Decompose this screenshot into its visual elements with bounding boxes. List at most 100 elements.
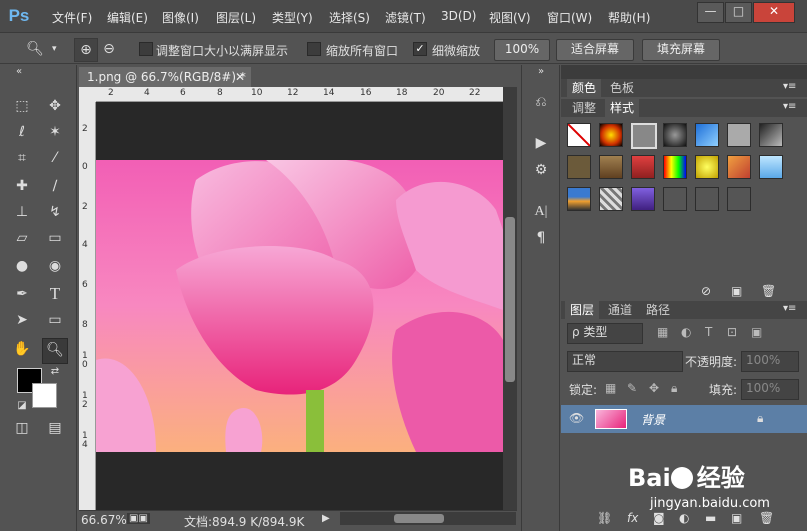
new-group-icon[interactable]: ▬ [705,511,716,525]
history-brush-tool-icon[interactable]: ↯ [44,201,66,223]
tulip-image[interactable] [96,160,503,452]
style-swatch[interactable] [759,123,783,147]
link-layers-icon[interactable]: ⛓︎ [597,511,612,525]
style-swatch[interactable] [695,187,719,211]
actions-panel-icon[interactable]: ▶ [530,132,552,154]
menu-type[interactable]: 类型(Y) [272,9,313,26]
style-none-swatch[interactable] [567,123,591,147]
layer-name[interactable]: 背景 [641,411,665,428]
menu-file[interactable]: 文件(F) [52,9,92,26]
lock-position-icon[interactable]: ✥ [649,381,659,395]
rectangle-tool-icon[interactable]: ▭ [44,309,66,331]
eyedropper-tool-icon[interactable]: ⁄ [44,147,66,169]
style-swatch[interactable] [759,155,783,179]
properties-panel-icon[interactable]: ⚙ [530,159,552,181]
lock-all-icon[interactable]: 🔒︎ [671,381,677,396]
quick-mask-icon[interactable]: ◫ [11,417,33,439]
filter-pixel-icon[interactable]: ▦ [657,325,668,339]
menu-select[interactable]: 选择(S) [329,9,370,26]
filter-type-icon[interactable]: T [705,325,712,339]
style-swatch[interactable] [663,187,687,211]
zoom-tool-preset-icon[interactable]: 🔍︎ [24,38,46,60]
move-tool-icon[interactable]: ✥ [44,95,66,117]
menu-help[interactable]: 帮助(H) [608,9,650,26]
filter-shape-icon[interactable]: ⊡ [727,325,737,339]
horizontal-scroll-thumb[interactable] [394,514,444,523]
vertical-scrollbar[interactable] [503,87,517,510]
minimize-button[interactable]: — [697,2,724,23]
style-swatch[interactable] [663,123,687,147]
tab-paths[interactable]: 路径 [641,301,675,319]
style-swatch[interactable] [599,155,623,179]
adjustment-layer-icon[interactable]: ◐ [679,511,689,525]
filter-smart-object-icon[interactable]: ▣ [751,325,762,339]
blend-mode-select[interactable]: 正常 [567,351,683,372]
pen-tool-icon[interactable]: ✒ [11,283,33,305]
clear-style-icon[interactable]: ⊘ [701,284,711,298]
tab-channels[interactable]: 通道 [603,301,637,319]
tab-swatches[interactable]: 色板 [605,79,639,97]
style-swatch[interactable] [695,155,719,179]
dodge-tool-icon[interactable]: ◉ [44,255,66,277]
zoom-level[interactable]: 66.67% [81,513,127,527]
lock-transparent-icon[interactable]: ▦ [605,381,616,395]
resize-windows-checkbox[interactable] [139,42,153,56]
magic-wand-tool-icon[interactable]: ✶ [44,121,66,143]
default-colors-icon[interactable]: ◪ [11,395,33,417]
fill-input[interactable]: 100% [741,379,799,400]
tab-color[interactable]: 颜色 [567,79,601,97]
style-swatch-selected[interactable] [631,123,657,149]
tab-styles[interactable]: 样式 [605,99,639,117]
zoom-100-button[interactable]: 100% [494,39,550,61]
collapse-arrows-icon[interactable]: « [8,65,30,79]
style-swatch[interactable] [567,155,591,179]
filter-adjustment-icon[interactable]: ◐ [681,325,691,339]
gradient-tool-icon[interactable]: ▭ [44,227,66,249]
status-menu-arrow-icon[interactable]: ▶ [322,513,330,524]
healing-brush-tool-icon[interactable]: ✚ [11,175,33,197]
character-panel-icon[interactable]: A| [530,201,552,223]
zoom-all-checkbox[interactable] [307,42,321,56]
zoom-in-icon[interactable]: ⊕ [74,38,98,62]
horizontal-scrollbar[interactable] [340,512,516,525]
document-tab[interactable]: 1.png @ 66.7%(RGB/8#) * ✕ [79,67,251,87]
style-swatch[interactable] [599,187,623,211]
eraser-tool-icon[interactable]: ▱ [11,227,33,249]
fit-screen-button[interactable]: 适合屏幕 [556,39,634,61]
visibility-eye-icon[interactable]: 👁︎ [569,411,584,425]
panel-menu-icon[interactable]: ▾≡ [783,101,796,112]
background-color-swatch[interactable] [32,383,57,408]
history-panel-icon[interactable]: ⎌ [530,91,552,113]
hand-tool-icon[interactable]: ✋ [11,338,33,360]
zoom-out-icon[interactable]: ⊖ [98,38,120,60]
tab-layers[interactable]: 图层 [565,301,599,319]
clone-stamp-tool-icon[interactable]: ⊥ [11,201,33,223]
chevron-down-icon[interactable]: ▾ [52,44,57,54]
panel-menu-icon[interactable]: ▾≡ [783,81,796,92]
lasso-tool-icon[interactable]: ℓ [11,121,33,143]
layer-row-background[interactable]: 👁︎ 背景 🔒︎ [561,405,807,433]
screen-mode-icon[interactable]: ▤ [44,417,66,439]
paragraph-panel-icon[interactable]: ¶ [530,227,552,249]
panel-menu-icon[interactable]: ▾≡ [783,303,796,314]
style-swatch[interactable] [599,123,623,147]
brush-tool-icon[interactable]: ∕ [44,175,66,197]
menu-window[interactable]: 窗口(W) [547,9,592,26]
style-swatch[interactable] [567,187,591,211]
tab-adjustments[interactable]: 调整 [567,99,601,117]
status-toggle-icon[interactable]: ▣▣ [127,513,150,524]
marquee-tool-icon[interactable]: ⬚ [11,95,33,117]
menu-filter[interactable]: 滤镜(T) [385,9,426,26]
style-swatch[interactable] [631,155,655,179]
vertical-scroll-thumb[interactable] [505,217,515,382]
add-mask-icon[interactable]: ◙ [653,511,665,525]
canvas-area[interactable] [96,102,503,510]
path-selection-tool-icon[interactable]: ➤ [11,309,33,331]
swap-colors-icon[interactable]: ⇄ [44,361,66,383]
menu-view[interactable]: 视图(V) [489,9,531,26]
fill-screen-button[interactable]: 填充屏幕 [642,39,720,61]
style-swatch[interactable] [663,155,687,179]
style-swatch[interactable] [727,187,751,211]
lock-pixels-icon[interactable]: ✎ [627,381,637,395]
new-layer-icon[interactable]: ▣ [731,511,742,525]
